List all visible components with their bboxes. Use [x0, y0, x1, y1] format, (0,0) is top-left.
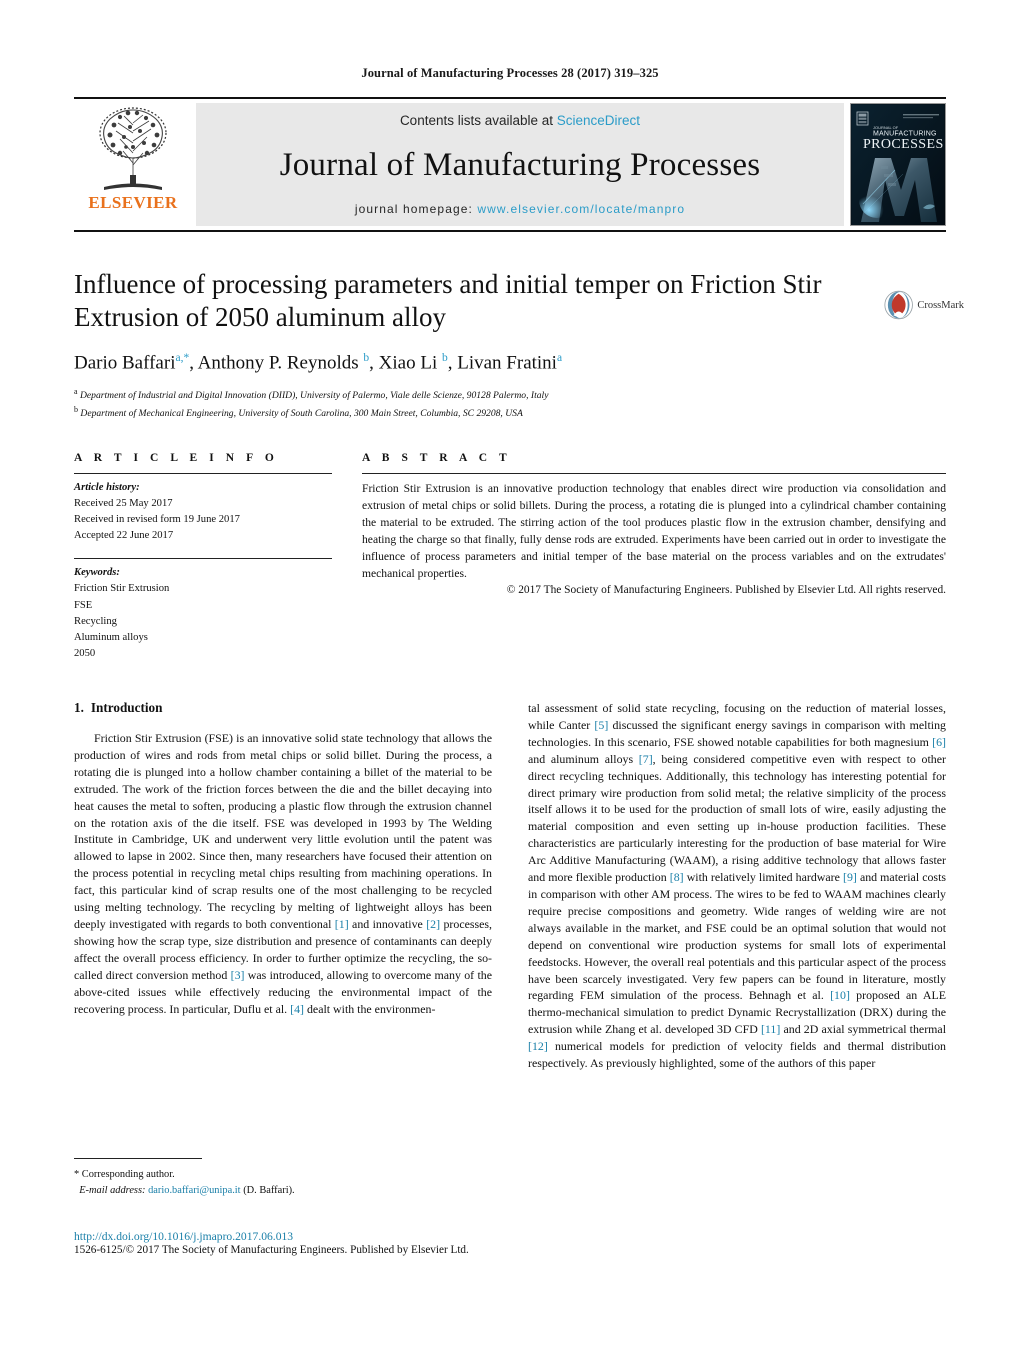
keyword-item: Friction Stir Extrusion: [74, 583, 170, 595]
contents-available-line: Contents lists available at ScienceDirec…: [400, 113, 640, 128]
abstract-copyright: © 2017 The Society of Manufacturing Engi…: [506, 584, 946, 597]
homepage-prefix: journal homepage:: [354, 202, 478, 216]
masthead-center-panel: Contents lists available at ScienceDirec…: [196, 103, 844, 226]
elsevier-wordmark: ELSEVIER: [88, 193, 178, 212]
article-title: Influence of processing parameters and i…: [74, 269, 822, 333]
issn-copyright-line: 1526-6125/© 2017 The Society of Manufact…: [74, 1244, 469, 1256]
abstract-rule: [362, 473, 946, 474]
body-columns: 1. Introduction Friction Stir Extrusion (…: [74, 700, 946, 1072]
section-heading-introduction: 1. Introduction: [74, 700, 492, 716]
email-link[interactable]: dario.baffari@unipa.it: [148, 1185, 240, 1196]
article-info-rule-top: [74, 473, 332, 474]
cover-artwork: JOURNAL OF MANUFACTURING PROCESSES: [851, 104, 945, 225]
crossmark-icon: [884, 290, 913, 320]
body-column-left: 1. Introduction Friction Stir Extrusion (…: [74, 700, 492, 1072]
contents-prefix: Contents lists available at: [399, 113, 557, 128]
doi-link[interactable]: http://dx.doi.org/10.1016/j.jmapro.2017.…: [74, 1230, 946, 1243]
journal-title: Journal of Manufacturing Processes: [279, 146, 761, 183]
elsevier-logo: ELSEVIER: [74, 99, 192, 230]
intro-paragraph-right: tal assessment of solid state recycling,…: [528, 701, 946, 1071]
citation-ref[interactable]: [10]: [830, 988, 850, 1002]
citation-ref[interactable]: [7]: [639, 752, 653, 766]
sciencedirect-link[interactable]: ScienceDirect: [557, 113, 640, 128]
email-note: E-mail address: dario.baffari@unipa.it (…: [74, 1183, 492, 1199]
history-item: Received 25 May 2017: [74, 498, 173, 510]
email-suffix: (D. Baffari).: [243, 1184, 295, 1196]
keyword-item: Recycling: [74, 615, 117, 627]
intro-paragraph-left: Friction Stir Extrusion (FSE) is an inno…: [74, 731, 493, 1016]
article-history-group: Article history: Received 25 May 2017 Re…: [74, 480, 332, 544]
journal-homepage-link[interactable]: www.elsevier.com/locate/manpro: [477, 202, 685, 216]
info-abstract-section: A R T I C L E I N F O Article history: R…: [74, 452, 946, 662]
affiliation-list: a Department of Industrial and Digital I…: [74, 386, 864, 422]
citation-ref[interactable]: [1]: [335, 917, 349, 931]
journal-masthead: ELSEVIER Contents lists available at Sci…: [74, 97, 946, 232]
corresponding-author-note: * Corresponding author.: [74, 1169, 175, 1180]
affiliation-item: b Department of Mechanical Engineering, …: [74, 405, 523, 420]
citation-ref[interactable]: [4]: [290, 1002, 304, 1016]
keyword-item: 2050: [74, 647, 96, 659]
abstract-heading: A B S T R A C T: [362, 452, 512, 464]
crossmark-label: CrossMark: [917, 299, 964, 311]
section-number: 1.: [74, 700, 84, 715]
keyword-item: Aluminum alloys: [74, 631, 148, 643]
abstract-text: Friction Stir Extrusion is an innovative…: [362, 482, 946, 581]
footnote-block: * Corresponding author. E-mail address: …: [74, 1158, 492, 1198]
journal-homepage-line: journal homepage: www.elsevier.com/locat…: [355, 202, 685, 216]
citation-ref[interactable]: [6]: [932, 735, 946, 749]
article-first-page: Journal of Manufacturing Processes 28 (2…: [0, 0, 1020, 1351]
journal-cover-thumbnail[interactable]: JOURNAL OF MANUFACTURING PROCESSES: [850, 103, 946, 226]
keyword-item: FSE: [74, 599, 93, 611]
citation-ref[interactable]: [12]: [528, 1039, 548, 1053]
keywords-label: Keywords:: [74, 567, 120, 579]
keywords-rule: [74, 558, 332, 560]
affiliation-item: a Department of Industrial and Digital I…: [74, 387, 549, 402]
email-label: E-mail address:: [79, 1184, 146, 1196]
article-history-label: Article history:: [74, 482, 140, 493]
history-item: Accepted 22 June 2017: [74, 530, 174, 542]
history-item: Received in revised form 19 June 2017: [74, 514, 240, 526]
citation-ref[interactable]: [3]: [231, 968, 245, 982]
elsevier-tree-icon: [99, 107, 167, 190]
title-block: Influence of processing parameters and i…: [74, 268, 864, 422]
body-column-right: tal assessment of solid state recycling,…: [528, 700, 946, 1072]
crossmark-badge[interactable]: CrossMark: [884, 283, 964, 327]
article-info-column: A R T I C L E I N F O Article history: R…: [74, 452, 332, 662]
citation-ref[interactable]: [2]: [426, 917, 440, 931]
citation-ref[interactable]: [5]: [594, 718, 608, 732]
keywords-group: Keywords: Friction Stir Extrusion FSE Re…: [74, 565, 332, 662]
abstract-column: A B S T R A C T Friction Stir Extrusion …: [332, 452, 946, 662]
footnote-rule: [74, 1158, 202, 1159]
article-info-heading: A R T I C L E I N F O: [74, 452, 279, 464]
author-list: Dario Baffaria,*, Anthony P. Reynolds b,…: [74, 351, 563, 374]
section-title: Introduction: [90, 700, 163, 715]
citation-ref[interactable]: [11]: [761, 1022, 780, 1036]
running-head: Journal of Manufacturing Processes 28 (2…: [361, 66, 659, 80]
svg-text:PROCESSES: PROCESSES: [863, 137, 944, 152]
page-footer: http://dx.doi.org/10.1016/j.jmapro.2017.…: [74, 1230, 946, 1256]
svg-text:JOURNAL OF: JOURNAL OF: [873, 125, 899, 130]
citation-ref[interactable]: [9]: [843, 870, 857, 884]
citation-ref[interactable]: [8]: [670, 870, 684, 884]
